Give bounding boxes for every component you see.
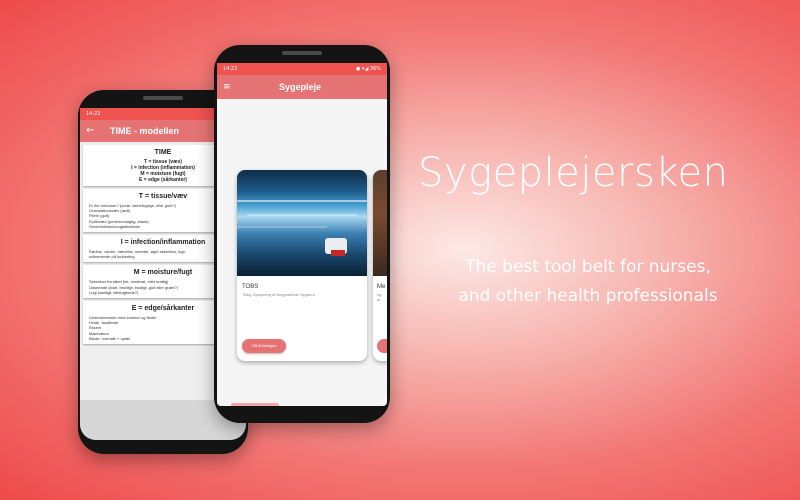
app-bar: ≡ Sygepleje (217, 75, 387, 99)
light-streak (237, 226, 327, 228)
phone-speaker (143, 96, 183, 100)
page-title: TIME - modellen (110, 126, 180, 136)
category-card-tobs[interactable]: TOBS Tidlig Opsporing af Begyndende Sygd… (237, 170, 367, 361)
phone-categories: 14:22 ● ▾◢ 36% ≡ Sygepleje TOBS Tidlig O… (214, 45, 390, 423)
phone-speaker (282, 51, 322, 55)
status-time: 14:22 (86, 111, 101, 117)
phone-screen: 14:22 ● ▾◢ 36% ≡ Sygepleje TOBS Tidlig O… (217, 63, 387, 406)
category-card-next[interactable]: Me ng al (373, 170, 387, 361)
status-icons: ● ▾◢ 36% (355, 66, 381, 72)
status-time: 14:22 (223, 66, 238, 72)
tagline-line: and other health professionals (458, 286, 718, 306)
go-to-category-button[interactable]: Gå til kategori (242, 339, 286, 353)
light-streak (247, 214, 357, 216)
category-image (373, 170, 387, 276)
back-arrow-icon[interactable]: ← (86, 120, 94, 142)
category-subtitle: al (377, 297, 381, 302)
ambulance-image (237, 170, 367, 276)
bottom-indicator (231, 403, 279, 406)
tagline-line: The best tool belt for nurses, (465, 257, 711, 277)
category-subtitle: Tidlig Opsporing af Begyndende Sygdom (242, 292, 315, 297)
category-title: Me (377, 284, 386, 290)
tagline: The best tool belt for nurses, and other… (418, 253, 758, 311)
status-bar: 14:22 ● ▾◢ 36% (217, 63, 387, 75)
hamburger-menu-icon[interactable]: ≡ (223, 75, 231, 99)
category-title: TOBS (242, 284, 259, 290)
app-name-headline: Sygeplejersken (418, 150, 729, 196)
ambulance-stripe (331, 250, 345, 256)
page-title: Sygepleje (279, 82, 322, 92)
light-streak (237, 200, 367, 202)
go-to-category-button[interactable] (377, 339, 387, 353)
